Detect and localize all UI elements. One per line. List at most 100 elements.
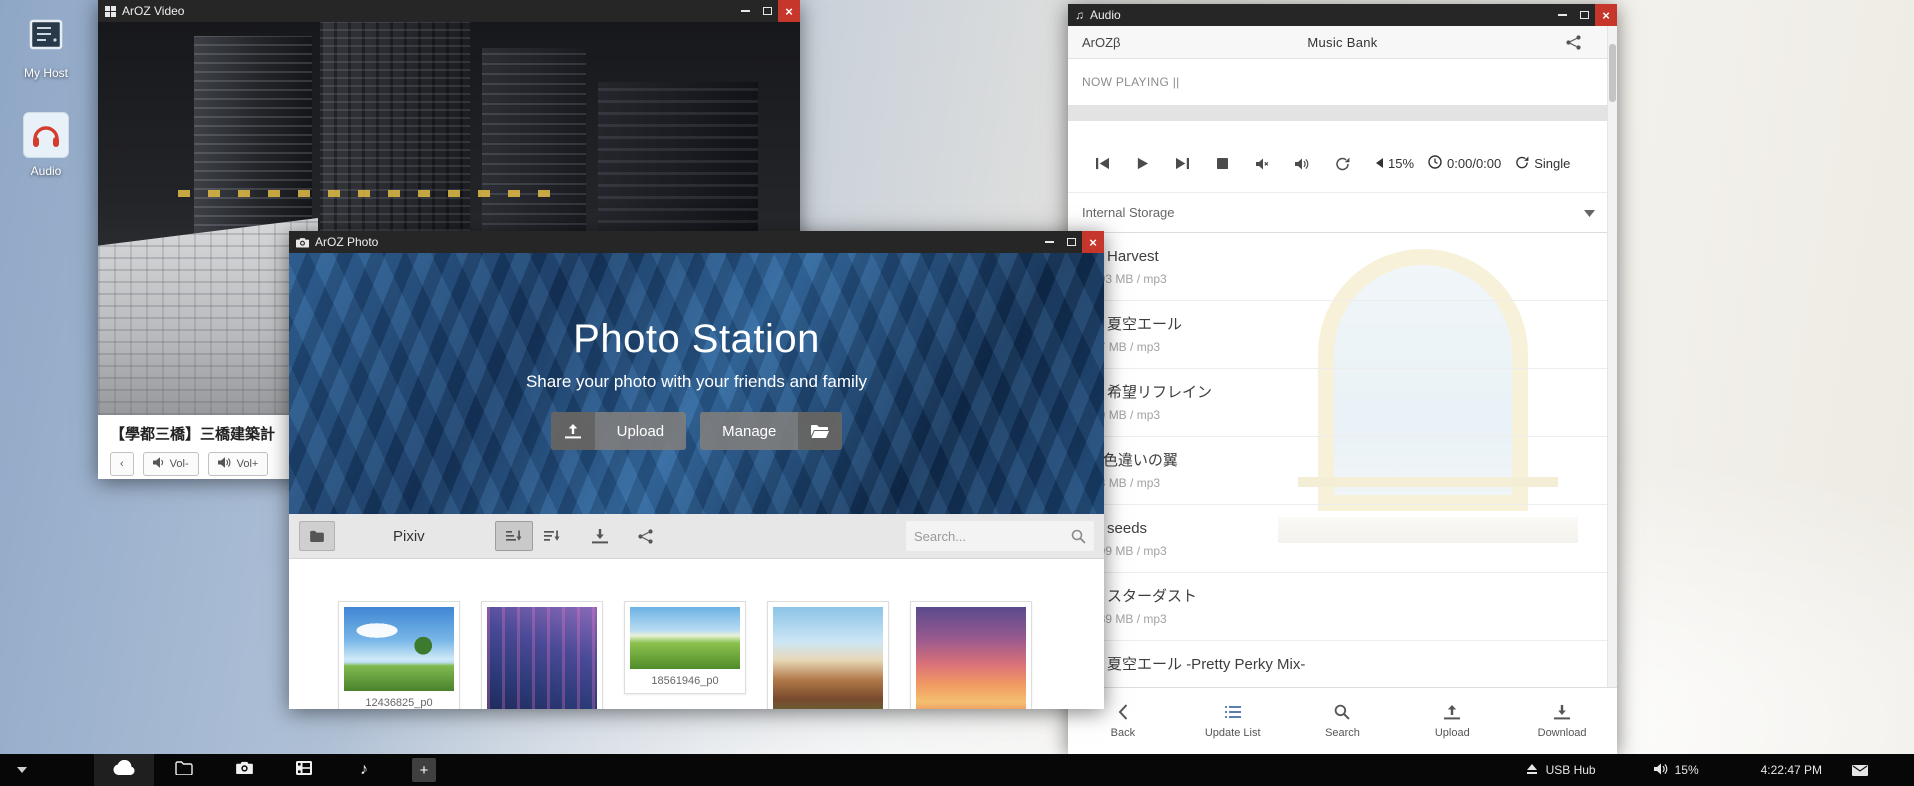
clock[interactable]: 4:22:47 PM <box>1761 763 1822 777</box>
close-button[interactable]: × <box>1595 4 1617 26</box>
search-button[interactable]: Search <box>1288 688 1398 754</box>
brand-label: ArOZβ <box>1082 35 1121 50</box>
seek-bar[interactable] <box>1068 105 1617 121</box>
photo-window-titlebar[interactable]: ArOZ Photo × <box>289 231 1104 253</box>
video-window-titlebar[interactable]: ArOZ Video × <box>98 0 800 22</box>
sort-ascending-button[interactable] <box>495 521 533 551</box>
taskbar-add-button[interactable]: + <box>394 754 454 786</box>
volume-tray-item[interactable]: 15% <box>1654 763 1699 778</box>
close-button[interactable]: × <box>1082 231 1104 253</box>
desktop-icon-my-host[interactable]: My Host <box>2 14 90 80</box>
plus-icon: + <box>412 758 436 782</box>
photo-thumbnail[interactable] <box>481 601 603 709</box>
manage-button[interactable]: Manage <box>700 412 842 450</box>
mail-icon[interactable] <box>1852 765 1868 776</box>
volume-down-button[interactable]: Vol- <box>143 452 199 476</box>
volume-up-button[interactable]: Vol+ <box>208 452 269 476</box>
camera-icon <box>296 237 309 248</box>
close-button[interactable]: × <box>778 0 800 22</box>
caret-down-icon[interactable] <box>0 754 44 786</box>
loop-mode[interactable]: Single <box>1515 156 1570 172</box>
speaker-loud-icon[interactable] <box>1282 146 1322 182</box>
song-item[interactable]: 01.色違いの翼 9.63 MB / mp3 <box>1068 437 1617 505</box>
maximize-button[interactable] <box>1573 4 1595 26</box>
section-title: Music Bank <box>1068 35 1617 50</box>
taskbar-cloud-button[interactable] <box>94 754 154 786</box>
nav-label: Search <box>1325 727 1360 739</box>
song-meta: 10.93 MB / mp3 <box>1082 272 1603 286</box>
photo-thumbnail[interactable]: 12436825_p0 <box>338 601 460 709</box>
mute-icon[interactable] <box>1242 146 1282 182</box>
folder-button[interactable] <box>299 521 335 551</box>
maximize-button[interactable] <box>1060 231 1082 253</box>
song-item[interactable]: 02. スターダスト 12.39 MB / mp3 <box>1068 573 1617 641</box>
video-frame-building <box>98 218 318 415</box>
song-title: 01. Harvest <box>1082 248 1603 265</box>
stop-button[interactable] <box>1202 146 1242 182</box>
search-input[interactable] <box>914 529 1071 544</box>
song-meta: 12.39 MB / mp3 <box>1082 612 1603 626</box>
usb-hub-tray-item[interactable]: USB Hub <box>1526 763 1596 778</box>
minimize-button[interactable] <box>1038 231 1060 253</box>
nav-label: Upload <box>1435 727 1470 739</box>
share-icon[interactable] <box>629 521 663 551</box>
previous-track-button[interactable] <box>1082 146 1122 182</box>
taskbar-music-button[interactable]: ♪ <box>334 754 394 786</box>
song-list: 01. Harvest 10.93 MB / mp3 01. 夏空エール 9.3… <box>1068 233 1617 709</box>
song-title: 01.色違いの翼 <box>1082 452 1603 469</box>
speaker-icon <box>1654 763 1668 778</box>
maximize-button[interactable] <box>756 0 778 22</box>
video-back-button[interactable]: ‹ <box>110 452 134 476</box>
audio-bottom-nav: Back Update List Search Upload Download <box>1068 687 1617 754</box>
thumbnail-image <box>344 607 454 691</box>
song-item[interactable]: 01. 希望リフレイン 9.09 MB / mp3 <box>1068 369 1617 437</box>
music-note-icon: ♪ <box>360 762 368 778</box>
speaker-loud-icon <box>218 457 232 471</box>
song-item[interactable]: 01. Harvest 10.93 MB / mp3 <box>1068 233 1617 301</box>
taskbar-files-button[interactable] <box>154 754 214 786</box>
song-meta: 9.63 MB / mp3 <box>1082 476 1603 490</box>
nav-label: Update List <box>1205 727 1261 739</box>
upload-button[interactable]: Upload <box>1397 688 1507 754</box>
share-icon[interactable] <box>1566 35 1581 50</box>
eject-icon <box>1526 763 1538 778</box>
taskbar: ♪ + USB Hub 15% 4:22:47 PM <box>0 754 1914 786</box>
photo-thumbnail[interactable] <box>767 601 889 709</box>
search-icon[interactable] <box>1071 529 1086 544</box>
volume-up-label: Vol+ <box>237 458 259 470</box>
video-window-title: ArOZ Video <box>122 4 734 18</box>
scrollbar-thumb[interactable] <box>1609 44 1616 102</box>
playback-time: 0:00/0:00 <box>1428 155 1501 172</box>
repeat-icon[interactable] <box>1322 146 1362 182</box>
upload-button[interactable]: Upload <box>551 412 687 450</box>
storage-selector[interactable]: Internal Storage <box>1068 193 1617 233</box>
audio-window-title: Audio <box>1090 8 1551 22</box>
sort-descending-button[interactable] <box>533 521 571 551</box>
taskbar-photo-button[interactable] <box>214 754 274 786</box>
scrollbar[interactable] <box>1607 26 1617 687</box>
photo-grid: 12436825_p0 18561946_p0 <box>289 559 1104 709</box>
search-box <box>906 521 1094 551</box>
volume-label: 15% <box>1675 763 1699 777</box>
song-item[interactable]: 02. seeds 12.99 MB / mp3 <box>1068 505 1617 573</box>
taskbar-video-button[interactable] <box>274 754 334 786</box>
song-item[interactable]: 01. 夏空エール 9.37 MB / mp3 <box>1068 301 1617 369</box>
photo-window-title: ArOZ Photo <box>315 235 1038 249</box>
cloud-icon <box>112 760 136 780</box>
minimize-button[interactable] <box>1551 4 1573 26</box>
thumbnail-caption: 12436825_p0 <box>344 691 454 709</box>
window-aroz-photo: ArOZ Photo × Photo Station Share your ph… <box>289 231 1104 709</box>
desktop-icon-audio[interactable]: Audio <box>2 112 90 178</box>
next-track-button[interactable] <box>1162 146 1202 182</box>
update-list-button[interactable]: Update List <box>1178 688 1288 754</box>
photo-thumbnail[interactable] <box>910 601 1032 709</box>
play-button[interactable] <box>1122 146 1162 182</box>
photo-thumbnail[interactable]: 18561946_p0 <box>624 601 746 694</box>
minimize-button[interactable] <box>734 0 756 22</box>
loop-label: Single <box>1534 156 1570 171</box>
download-icon[interactable] <box>583 521 617 551</box>
video-frame-signs <box>178 190 558 197</box>
volume-down-label: Vol- <box>170 458 189 470</box>
download-button[interactable]: Download <box>1507 688 1617 754</box>
audio-window-titlebar[interactable]: ♫ Audio × <box>1068 4 1617 26</box>
